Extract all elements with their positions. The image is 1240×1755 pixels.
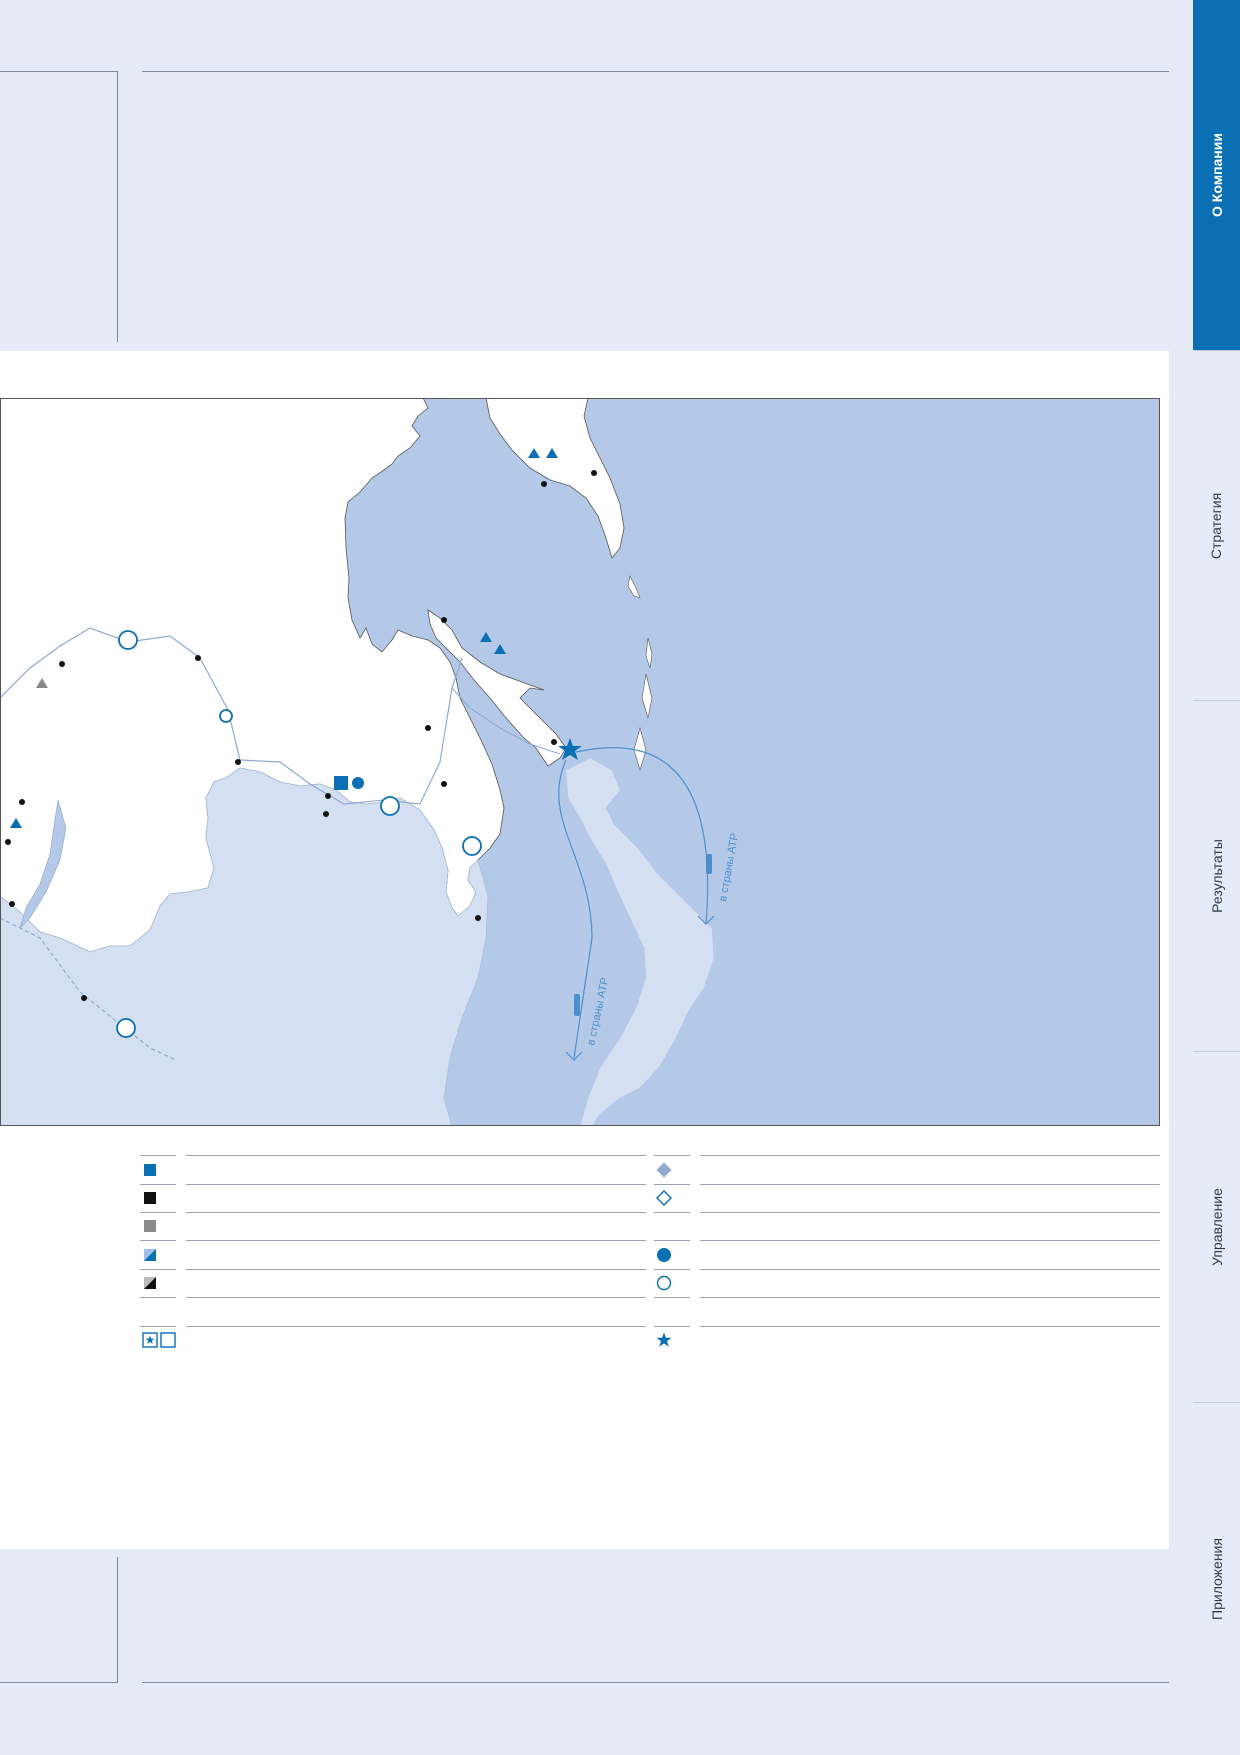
tab-strategy[interactable]: Стратегия [1193,350,1240,701]
legend-divider [654,1326,690,1327]
legend-divider [700,1297,1160,1298]
legend-circle-outline-icon [656,1275,672,1291]
legend-divider [186,1240,646,1241]
legend-square-blue-icon [144,1164,156,1176]
frame-left-bottom-vertical [117,1557,118,1683]
tanker-icon [574,994,580,1016]
legend-divider [654,1212,690,1213]
legend-divider [186,1212,646,1213]
sidebar-nav: О Компании Стратегия Результаты Управлен… [1193,0,1240,1754]
frame-left-top-rule [0,71,118,72]
legend-divider [700,1240,1160,1241]
legend-divider [186,1297,646,1298]
legend-square-blue-half-icon [144,1249,156,1261]
legend-divider [186,1326,646,1327]
tab-results[interactable]: Результаты [1193,700,1240,1051]
tab-label: Приложения [1208,1538,1225,1620]
legend-divider [700,1326,1160,1327]
tab-label: Стратегия [1208,492,1225,560]
legend-diamond-filled-icon [656,1162,672,1178]
legend-divider [654,1155,690,1156]
legend-divider [700,1269,1160,1270]
legend-divider [140,1184,176,1185]
legend-divider [140,1297,176,1298]
legend-square-gray-icon [144,1220,156,1232]
circle-blue-marker [352,777,364,789]
frame-top-rule [142,71,1169,72]
frame-left-top-vertical [117,71,118,342]
tanker-icon [706,854,712,874]
tab-appendices[interactable]: Приложения [1193,1402,1240,1755]
legend-divider [140,1326,176,1327]
frame-left-bottom-rule [0,1682,118,1683]
legend-divider [654,1184,690,1185]
tab-label: Результаты [1208,839,1225,913]
map: в страны АТР в страны АТР [0,398,1160,1126]
legend-divider [654,1240,690,1241]
tab-management[interactable]: Управление [1193,1051,1240,1402]
legend-empty-square-icon [160,1332,176,1348]
tab-about-company[interactable]: О Компании [1193,0,1240,350]
legend-divider [654,1297,690,1298]
legend-divider [186,1269,646,1270]
legend-divider [186,1155,646,1156]
legend-divider [700,1155,1160,1156]
legend-divider [140,1240,176,1241]
legend-divider [700,1212,1160,1213]
legend-star-icon [656,1332,672,1347]
tab-label: О Компании [1208,133,1225,217]
legend-square-black-icon [144,1192,156,1204]
tab-label: Управление [1208,1188,1225,1266]
square-blue-marker [334,776,348,790]
legend-divider [140,1212,176,1213]
legend-divider [140,1269,176,1270]
legend-diamond-outline-icon [656,1190,672,1206]
legend-divider [700,1184,1160,1185]
legend-star-square-icon [142,1332,158,1348]
frame-bottom-rule [142,1682,1169,1683]
legend-divider [140,1155,176,1156]
legend-square-black-half-icon [144,1277,156,1289]
legend-divider [186,1184,646,1185]
legend-divider [654,1269,690,1270]
legend-circle-filled-icon [657,1248,671,1262]
